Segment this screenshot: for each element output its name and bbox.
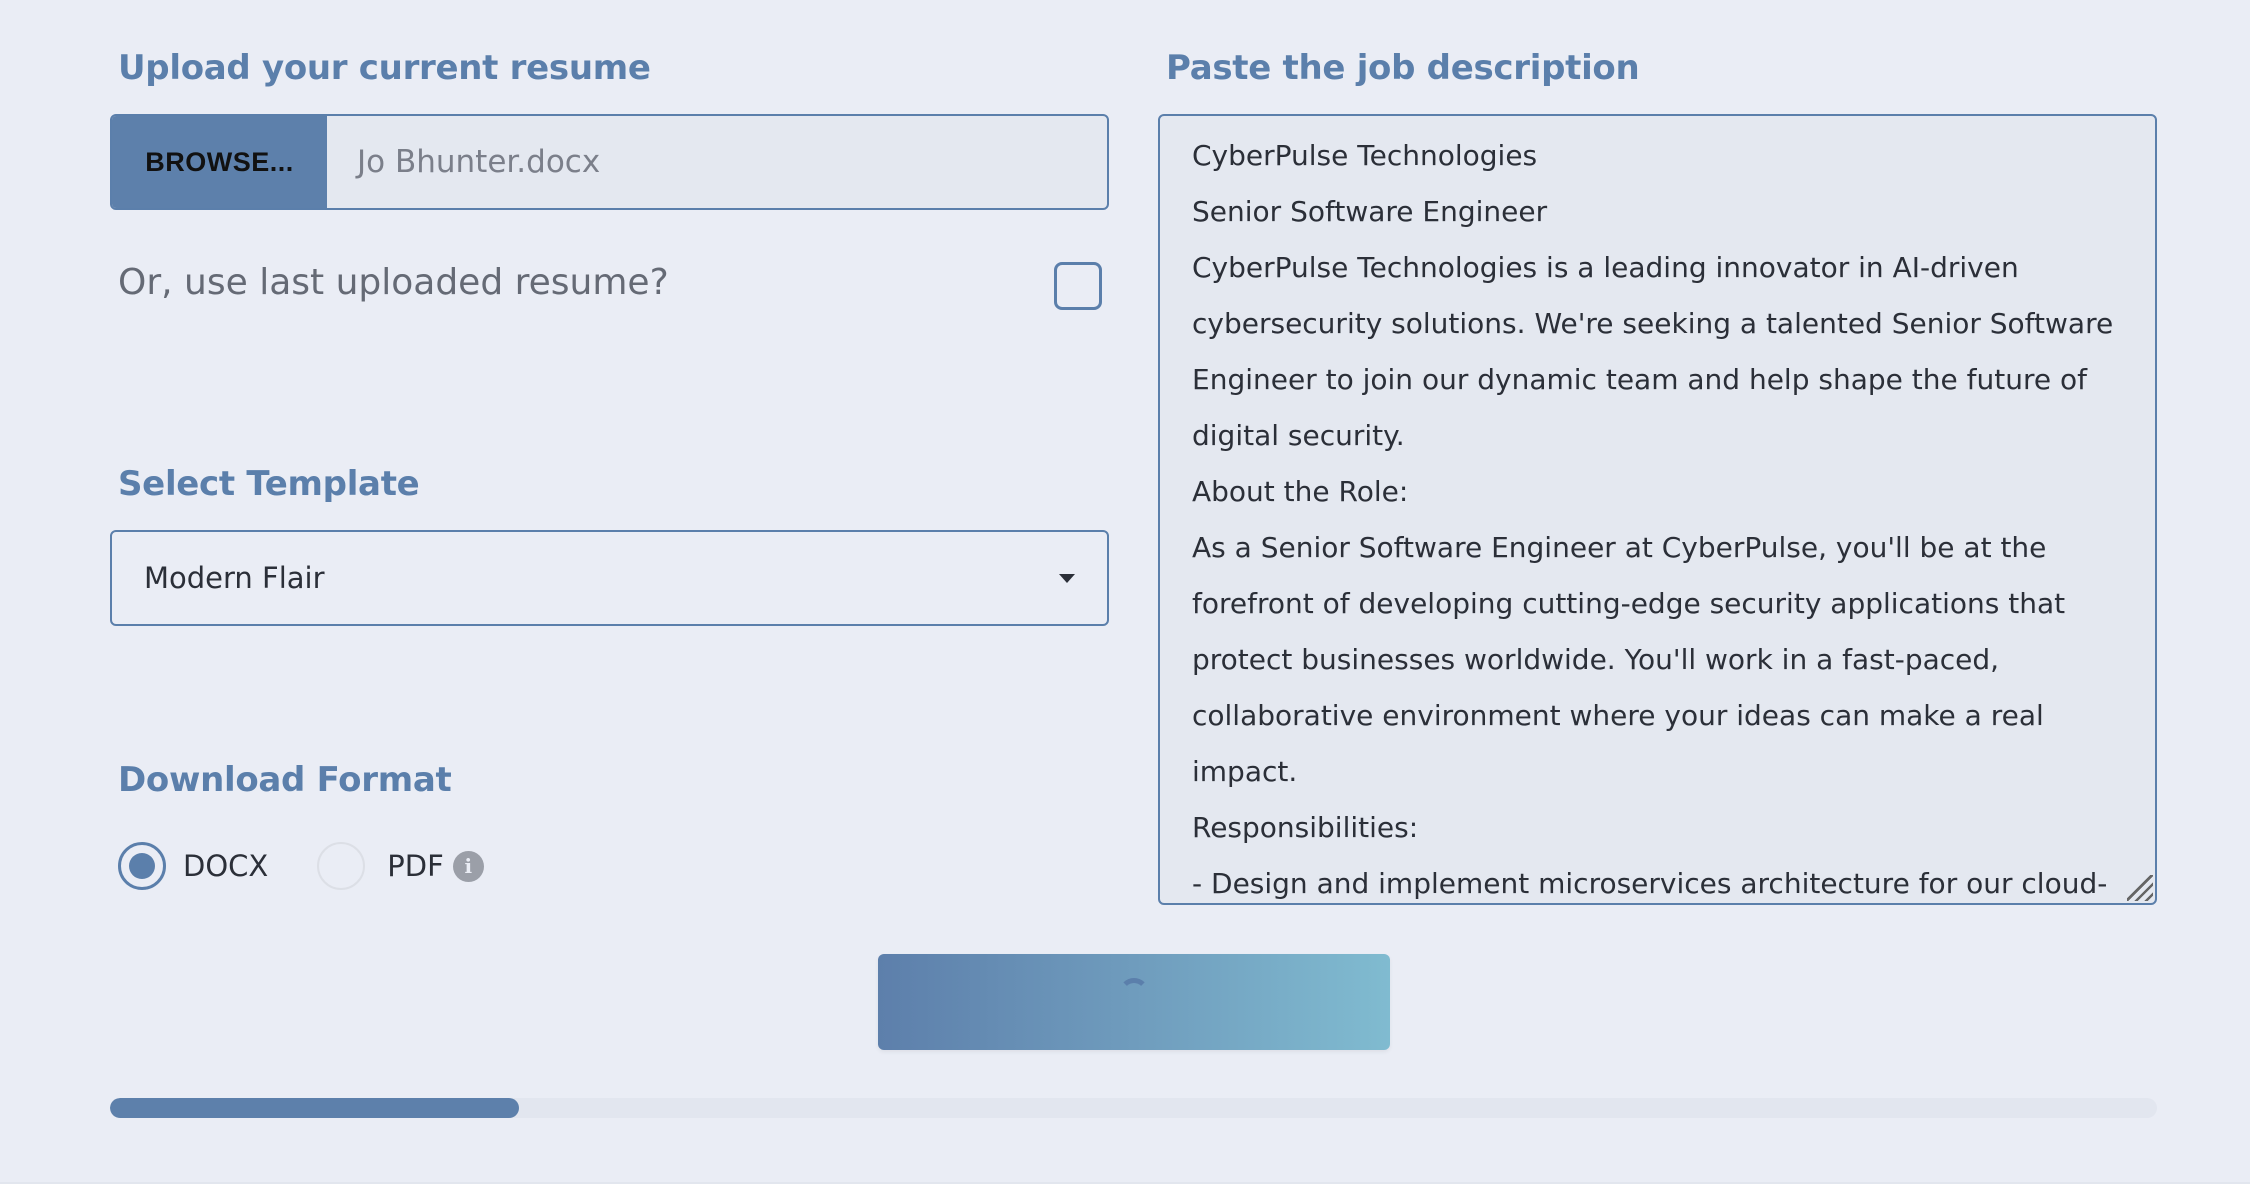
progress-bar-fill xyxy=(110,1098,520,1118)
pdf-label[interactable]: PDF xyxy=(387,849,444,883)
upload-heading: Upload your current resume xyxy=(118,48,651,88)
pdf-radio[interactable] xyxy=(317,842,366,890)
job-description-line: Engineer to join our dynamic team and he… xyxy=(1192,363,2087,396)
template-selected-value: Modern Flair xyxy=(144,561,325,595)
job-description-line: forefront of developing cutting-edge sec… xyxy=(1192,587,2066,620)
job-description-line: CyberPulse Technologies xyxy=(1192,139,1538,172)
job-description-line: CyberPulse Technologies is a leading inn… xyxy=(1192,251,2019,284)
job-description-line: digital security. xyxy=(1192,419,1405,452)
template-select[interactable]: Modern Flair xyxy=(110,530,1109,626)
chevron-down-icon xyxy=(1059,574,1075,583)
job-description-heading: Paste the job description xyxy=(1166,48,1640,88)
spinner-icon xyxy=(1119,978,1149,1008)
job-description-line: - Design and implement microservices arc… xyxy=(1192,867,2108,900)
info-icon[interactable]: i xyxy=(452,850,484,882)
docx-label[interactable]: DOCX xyxy=(183,849,268,883)
job-description-line: collaborative environment where your ide… xyxy=(1192,699,2044,732)
job-description-line: About the Role: xyxy=(1192,475,1409,508)
job-description-textarea[interactable]: CyberPulse Technologies Senior Software E… xyxy=(1158,114,2157,905)
format-radio-group: DOCX PDF i xyxy=(118,842,484,890)
download-format-heading: Download Format xyxy=(118,760,452,800)
use-last-resume-label[interactable]: Or, use last uploaded resume? xyxy=(118,262,669,303)
job-description-line: Responsibilities: xyxy=(1192,811,1419,844)
job-description-line: impact. xyxy=(1192,755,1298,788)
docx-radio[interactable] xyxy=(118,842,166,890)
job-description-line: protect businesses worldwide. You'll wor… xyxy=(1192,643,2000,676)
resize-handle-icon[interactable] xyxy=(2127,875,2153,901)
resume-tailor-form: Upload your current resume BROWSE... Jo … xyxy=(0,0,2250,1184)
generate-resume-button[interactable] xyxy=(878,954,1390,1050)
job-description-line: cybersecurity solutions. We're seeking a… xyxy=(1192,307,2114,340)
resume-file-input[interactable]: BROWSE... Jo Bhunter.docx xyxy=(110,114,1109,210)
job-description-line: Senior Software Engineer xyxy=(1192,195,1548,228)
use-last-resume-checkbox[interactable] xyxy=(1054,262,1102,310)
job-description-line: As a Senior Software Engineer at CyberPu… xyxy=(1192,531,2047,564)
selected-file-name: Jo Bhunter.docx xyxy=(357,144,601,180)
progress-bar xyxy=(110,1098,2157,1118)
browse-button[interactable]: BROWSE... xyxy=(112,116,327,208)
template-heading: Select Template xyxy=(118,464,420,504)
job-description-text: CyberPulse Technologies Senior Software E… xyxy=(1192,128,2125,903)
